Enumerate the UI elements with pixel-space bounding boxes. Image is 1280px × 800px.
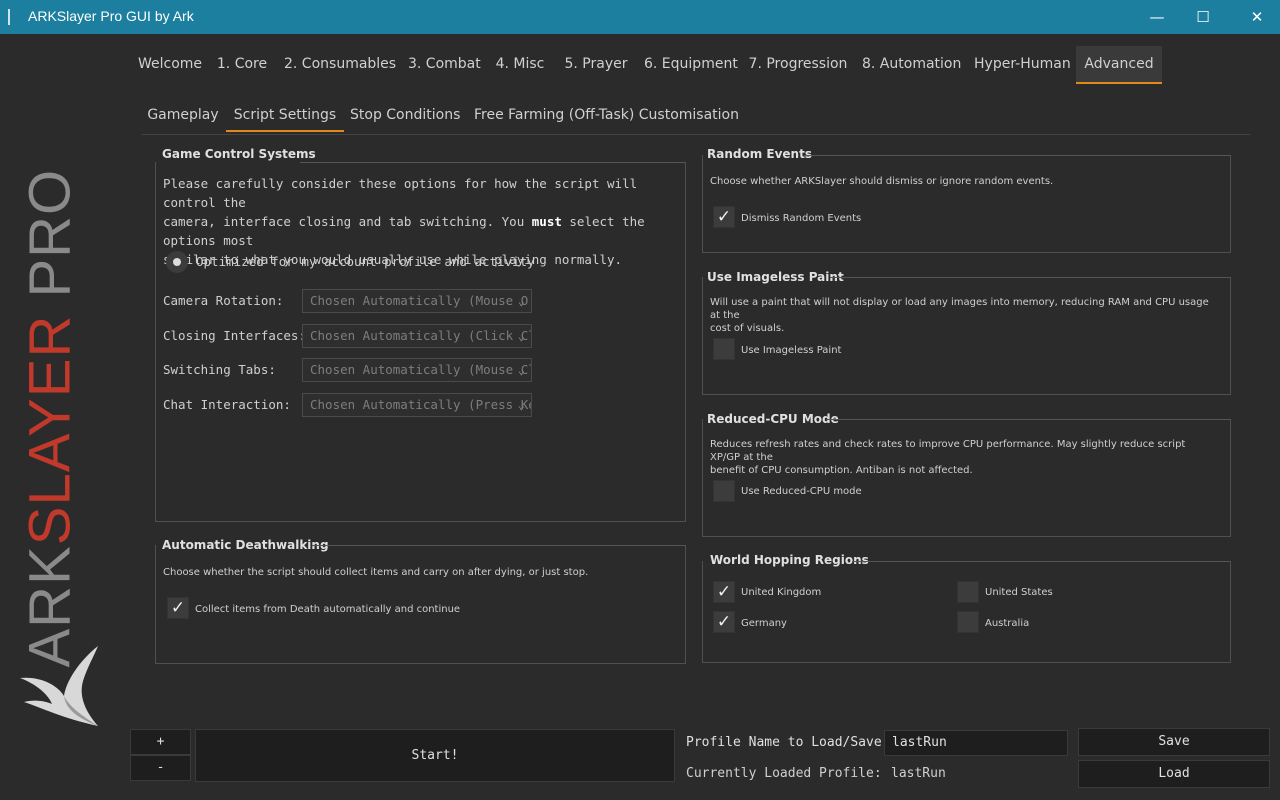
camera-rotation-select[interactable]: Chosen Automatically (Mouse O... ⌄: [302, 289, 532, 313]
imageless-paint-label: Use Imageless Paint: [741, 345, 842, 356]
start-button[interactable]: Start!: [195, 729, 675, 782]
panel-border-line: [826, 419, 1231, 420]
random-events-description: Choose whether ARKSlayer should dismiss …: [710, 176, 1054, 187]
tab-advanced[interactable]: Advanced: [1076, 46, 1162, 84]
app-icon: [8, 9, 16, 25]
optimized-radio[interactable]: [166, 251, 188, 273]
current-profile-label: Currently Loaded Profile:: [686, 766, 882, 781]
subtab-free-farming[interactable]: Free Farming (Off-Task) Customisation: [474, 98, 739, 132]
deathwalking-description: Choose whether the script should collect…: [163, 567, 589, 578]
panel-border-line: [830, 277, 1231, 278]
tab-welcome[interactable]: Welcome: [132, 46, 208, 84]
optimized-radio-label: Optimized for my account profile and act…: [196, 254, 535, 269]
minimize-button[interactable]: —: [1134, 0, 1180, 34]
closing-interfaces-label: Closing Interfaces:: [163, 328, 306, 343]
tab-consumables[interactable]: 2. Consumables: [284, 46, 396, 84]
reduced-cpu-label: Use Reduced-CPU mode: [741, 486, 862, 497]
load-button[interactable]: Load: [1078, 760, 1270, 788]
region-australia-label: Australia: [985, 618, 1030, 629]
title-bar: ARKSlayer Pro GUI by Ark — ☐ ✕: [0, 0, 1280, 34]
panel-border-line: [312, 545, 686, 546]
brand-sidebar: ARKSLAYER PRO: [0, 34, 128, 800]
checkmark-icon: ✓: [716, 612, 732, 632]
ark-logo-icon: [20, 646, 98, 726]
random-events-panel: [702, 155, 1231, 253]
panel-border-line: [852, 561, 1231, 562]
close-button[interactable]: ✕: [1234, 0, 1280, 34]
chevron-down-icon: ⌄: [517, 329, 525, 343]
tab-divider: [142, 134, 1250, 135]
subtab-stop-conditions[interactable]: Stop Conditions: [350, 98, 460, 132]
dismiss-random-events-label: Dismiss Random Events: [741, 213, 862, 224]
chat-interaction-select[interactable]: Chosen Automatically (Press Ke...⌄: [302, 393, 532, 417]
chat-interaction-label: Chat Interaction:: [163, 397, 291, 412]
game-control-title: Game Control Systems: [162, 147, 316, 161]
panel-border-line: [804, 155, 1231, 156]
region-germany-label: Germany: [741, 618, 787, 629]
reduced-cpu-checkbox[interactable]: [713, 480, 735, 502]
checkmark-icon: ✓: [716, 582, 732, 602]
chevron-down-icon: ⌄: [517, 363, 525, 377]
panel-border-line: [300, 162, 686, 163]
plus-button[interactable]: +: [130, 729, 191, 755]
profile-name-label: Profile Name to Load/Save:: [686, 735, 890, 750]
region-australia-checkbox[interactable]: [957, 611, 979, 633]
deathwalking-checkbox-label: Collect items from Death automatically a…: [195, 604, 461, 615]
chevron-down-icon: ⌄: [517, 398, 525, 412]
current-profile-value: lastRun: [891, 766, 946, 781]
region-uk-checkbox[interactable]: ✓: [713, 581, 735, 603]
tab-equipment[interactable]: 6. Equipment: [644, 46, 738, 84]
world-hopping-title: World Hopping Regions: [710, 553, 869, 567]
region-germany-checkbox[interactable]: ✓: [713, 611, 735, 633]
chevron-down-icon: ⌄: [517, 294, 525, 308]
deathwalking-title: Automatic Deathwalking: [162, 538, 329, 552]
window-title: ARKSlayer Pro GUI by Ark: [28, 8, 194, 24]
deathwalking-checkbox[interactable]: ✓: [167, 597, 189, 619]
tab-hyper-human[interactable]: Hyper-Human: [974, 46, 1071, 84]
reduced-cpu-title: Reduced-CPU Mode: [707, 412, 839, 426]
imageless-panel: [702, 277, 1231, 395]
dismiss-random-events-checkbox[interactable]: ✓: [713, 206, 735, 228]
subtab-script-settings[interactable]: Script Settings: [226, 98, 344, 132]
checkmark-icon: ✓: [170, 598, 186, 618]
camera-rotation-label: Camera Rotation:: [163, 293, 284, 308]
random-events-title: Random Events: [707, 147, 812, 161]
tab-prayer[interactable]: 5. Prayer: [564, 46, 628, 84]
subtab-gameplay[interactable]: Gameplay: [146, 98, 220, 132]
region-us-label: United States: [985, 587, 1053, 598]
maximize-button[interactable]: ☐: [1180, 0, 1226, 34]
minus-button[interactable]: -: [130, 755, 191, 781]
tab-core[interactable]: 1. Core: [214, 46, 270, 84]
switching-tabs-label: Switching Tabs:: [163, 362, 276, 377]
checkmark-icon: ✓: [716, 207, 732, 227]
region-uk-label: United Kingdom: [741, 587, 822, 598]
tab-combat[interactable]: 3. Combat: [408, 46, 481, 84]
closing-interfaces-select[interactable]: Chosen Automatically (Click Clos...⌄: [302, 324, 532, 348]
reduced-cpu-panel: [702, 419, 1231, 537]
tab-automation[interactable]: 8. Automation: [862, 46, 961, 84]
profile-name-input[interactable]: lastRun: [884, 730, 1068, 756]
imageless-paint-checkbox[interactable]: [713, 338, 735, 360]
reduced-cpu-description: Reduces refresh rates and check rates to…: [710, 439, 1186, 476]
imageless-description: Will use a paint that will not display o…: [710, 297, 1209, 334]
tab-progression[interactable]: 7. Progression: [748, 46, 848, 84]
switching-tabs-select[interactable]: Chosen Automatically (Mouse Cl...⌄: [302, 358, 532, 382]
brand-wordmark: ARKSLAYER PRO: [17, 168, 83, 668]
save-button[interactable]: Save: [1078, 728, 1270, 756]
tab-misc[interactable]: 4. Misc: [494, 46, 546, 84]
imageless-title: Use Imageless Paint: [707, 270, 844, 284]
region-us-checkbox[interactable]: [957, 581, 979, 603]
